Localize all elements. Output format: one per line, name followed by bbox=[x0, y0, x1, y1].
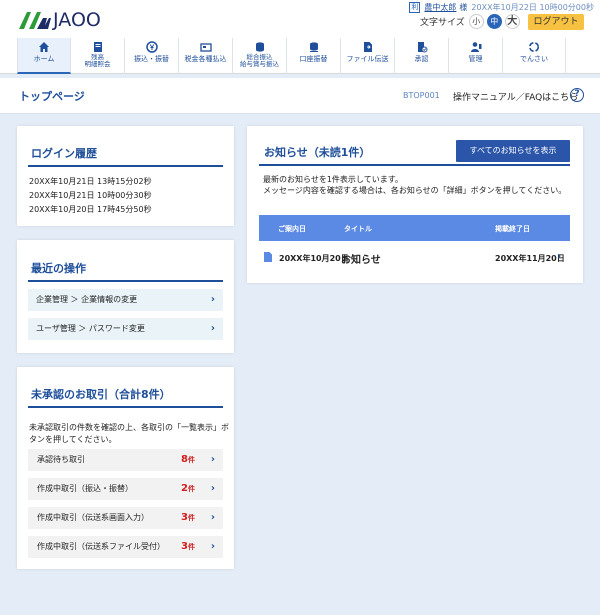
card-divider bbox=[28, 165, 223, 167]
column-header-date: ご案内日 bbox=[278, 225, 306, 233]
card-divider bbox=[259, 164, 570, 166]
column-header-title: タイトル bbox=[344, 225, 372, 233]
login-history-title: ログイン履歴 bbox=[31, 147, 97, 160]
recent-operations-title: 最近の操作 bbox=[31, 262, 86, 275]
approval-icon bbox=[417, 42, 427, 53]
login-history-entry: 20XX年10月21日 10時00分30秒 bbox=[29, 191, 152, 200]
font-size-medium-button[interactable]: 中 bbox=[486, 14, 502, 29]
news-table-header: ご案内日 タイトル 掲載終了日 bbox=[259, 215, 570, 241]
nav-densai[interactable]: でんさい bbox=[503, 38, 566, 74]
yen-transfer-icon bbox=[145, 41, 158, 53]
chevron-right-icon: › bbox=[210, 483, 215, 494]
pending-row-awaiting-approval[interactable]: 承認待ち取引 8件 › bbox=[28, 449, 223, 471]
recent-operation-item[interactable]: 企業管理 ＞ 企業情報の変更 › bbox=[28, 289, 223, 311]
nav-bulk-transfer[interactable]: 総合振込 給与賞与振込 bbox=[233, 38, 287, 74]
user-icon: 利 bbox=[409, 2, 421, 13]
coin-stack-icon bbox=[255, 42, 264, 52]
nav-balance[interactable]: 残高 明細照会 bbox=[71, 38, 125, 74]
ledger-icon bbox=[93, 42, 102, 52]
chevron-right-icon: › bbox=[210, 294, 215, 305]
page-code: BTOP001 bbox=[403, 91, 440, 100]
pending-row-screen-input-draft[interactable]: 作成中取引（伝送系画面入力） 3件 › bbox=[28, 507, 223, 529]
pending-row-transfer-draft[interactable]: 作成中取引（振込・振替） 2件 › bbox=[28, 478, 223, 500]
chevron-right-icon: › bbox=[210, 512, 215, 523]
nav-approval[interactable]: 承認 bbox=[395, 38, 449, 74]
nav-transfer[interactable]: 振込・振替 bbox=[125, 38, 179, 74]
user-honorific: 様 bbox=[459, 3, 468, 12]
chevron-right-icon: › bbox=[210, 323, 215, 334]
pending-transactions-title: 未承認のお取引（合計8件） bbox=[31, 388, 171, 401]
user-info: 利 農中太郎 様 20XX年10月22日 10時00分00秒 bbox=[409, 2, 594, 13]
manual-faq-link[interactable]: 操作マニュアル／FAQはこちら bbox=[453, 90, 578, 103]
admin-icon bbox=[470, 42, 481, 52]
font-size-large-button[interactable]: 大 bbox=[504, 14, 520, 29]
login-history-entry: 20XX年10月20日 17時45分50秒 bbox=[29, 205, 152, 214]
pending-count: 3件 bbox=[181, 541, 195, 552]
login-history-card: ログイン履歴 20XX年10月21日 13時15分02秒 20XX年10月21日… bbox=[17, 126, 234, 226]
logout-button[interactable]: ログアウト bbox=[528, 14, 584, 30]
font-size-label: 文字サイズ bbox=[420, 18, 465, 28]
card-divider bbox=[28, 406, 223, 408]
news-end-date: 20XX年11月20日 bbox=[495, 254, 565, 263]
recent-operations-card: 最近の操作 企業管理 ＞ 企業情報の変更 › ユーザ管理 ＞ パスワード変更 › bbox=[17, 240, 234, 353]
chevron-right-icon: › bbox=[210, 454, 215, 465]
font-size-small-button[interactable]: 小 bbox=[468, 14, 484, 29]
file-transfer-icon bbox=[363, 42, 372, 52]
news-item-title: お知らせ bbox=[341, 255, 381, 266]
login-history-entry: 20XX年10月21日 13時15分02秒 bbox=[29, 177, 152, 186]
chevron-right-icon: › bbox=[210, 541, 215, 552]
nav-admin[interactable]: 管理 bbox=[449, 38, 503, 74]
nav-tax[interactable]: 税金各種払込 bbox=[179, 38, 233, 74]
pending-transactions-card: 未承認のお取引（合計8件） 未承認取引の件数を確認の上、各取引の「一覧表示」ボタ… bbox=[17, 367, 234, 569]
news-description: 最新のお知らせを1件表示しています。 メッセージ内容を確認する場合は、各お知らせ… bbox=[263, 175, 567, 195]
densai-icon bbox=[529, 42, 539, 52]
last-login-time: 20XX年10月22日 10時00分00秒 bbox=[471, 3, 594, 12]
all-news-button[interactable]: すべてのお知らせを表示 bbox=[456, 140, 570, 162]
document-icon bbox=[264, 252, 272, 264]
pending-row-file-upload-draft[interactable]: 作成中取引（伝送系ファイル受付） 3件 › bbox=[28, 536, 223, 558]
news-card: お知らせ（未読1件） すべてのお知らせを表示 最新のお知らせを1件表示しています… bbox=[247, 126, 583, 283]
brand-logo[interactable]: JAOO bbox=[17, 9, 101, 31]
pending-count: 2件 bbox=[181, 483, 195, 494]
tax-payment-icon bbox=[199, 43, 212, 52]
user-name-link[interactable]: 農中太郎 bbox=[424, 2, 456, 13]
brand-name: JAOO bbox=[53, 9, 101, 31]
home-icon bbox=[39, 42, 49, 52]
header: JAOO 利 農中太郎 様 20XX年10月22日 10時00分00秒 文字サイ… bbox=[0, 0, 600, 38]
pending-description: 未承認取引の件数を確認の上、各取引の「一覧表示」ボタンを押してください。 bbox=[29, 423, 229, 444]
news-date: 20XX年10月20日 bbox=[279, 254, 349, 263]
help-icon[interactable]: ? bbox=[570, 88, 584, 102]
recent-operation-item[interactable]: ユーザ管理 ＞ パスワード変更 › bbox=[28, 318, 223, 340]
page-title-bar: トップページ BTOP001 操作マニュアル／FAQはこちら ? bbox=[0, 78, 600, 114]
account-transfer-icon bbox=[309, 42, 318, 52]
global-nav: ホーム 残高 明細照会 振込・振替 税金各種払込 総合振込 給与賞与振込 口座振替 … bbox=[0, 38, 600, 74]
pending-count: 3件 bbox=[181, 512, 195, 523]
column-header-end-date: 掲載終了日 bbox=[495, 225, 530, 233]
page-title: トップページ bbox=[19, 90, 85, 103]
card-divider bbox=[28, 280, 223, 282]
ja-logo-icon bbox=[19, 12, 51, 29]
news-title: お知らせ（未読1件） bbox=[264, 146, 371, 159]
news-row[interactable]: 20XX年10月20日 お知らせ 20XX年11月20日 › bbox=[259, 247, 570, 269]
chevron-right-icon: › bbox=[557, 251, 562, 262]
nav-account-transfer[interactable]: 口座振替 bbox=[287, 38, 341, 74]
nav-file-transfer[interactable]: ファイル伝送 bbox=[341, 38, 395, 74]
nav-home[interactable]: ホーム bbox=[17, 38, 71, 74]
pending-count: 8件 bbox=[181, 454, 195, 465]
font-size-selector: 文字サイズ 小 中 大 bbox=[420, 14, 523, 29]
